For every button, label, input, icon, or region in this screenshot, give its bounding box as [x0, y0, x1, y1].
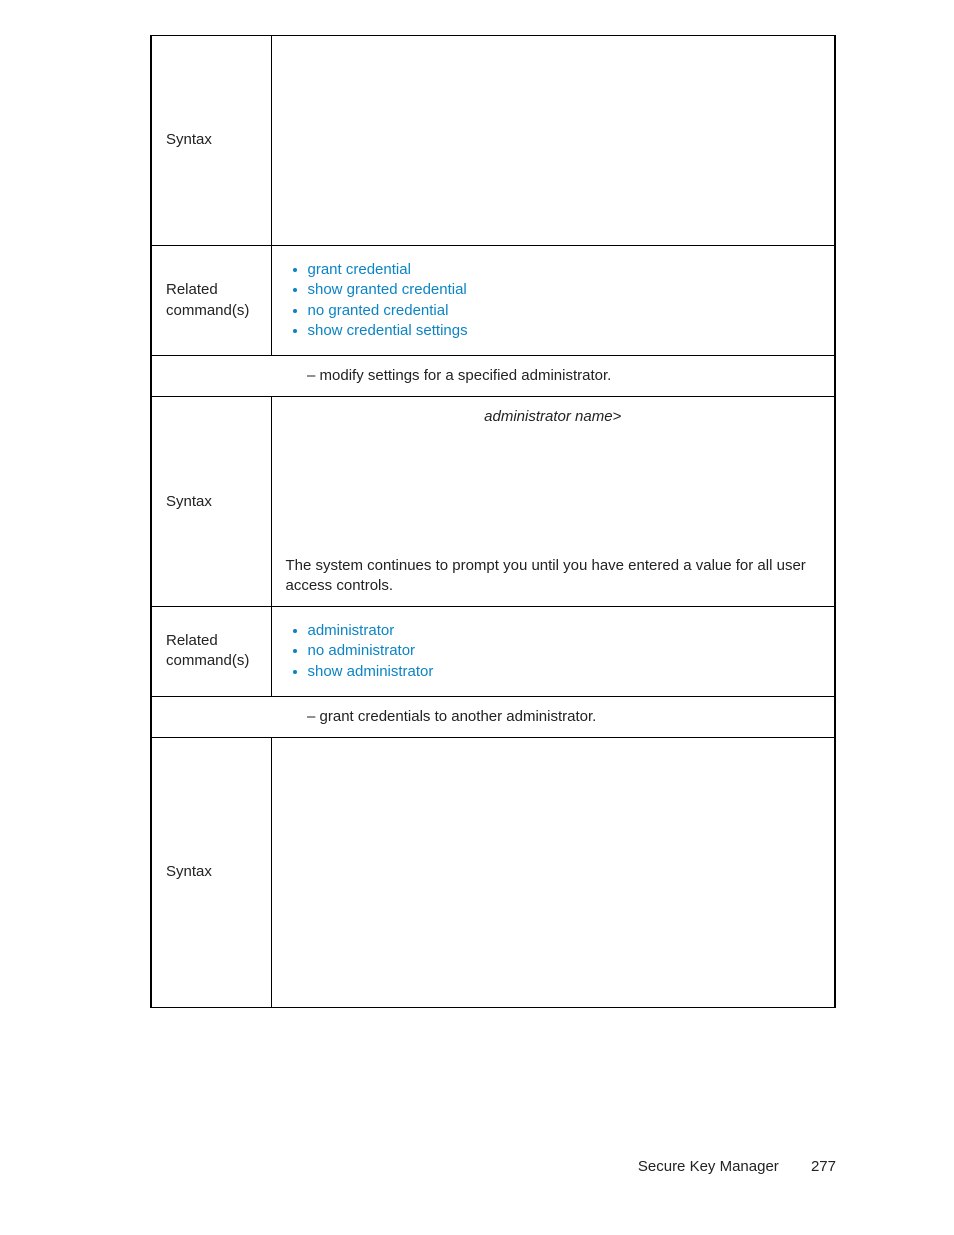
- link-text: no granted credential: [308, 302, 449, 319]
- label-text: Syntax: [166, 863, 212, 880]
- syntax-content-empty: [271, 36, 835, 246]
- row-label-syntax: Syntax: [151, 36, 271, 246]
- table-row: Syntax: [151, 738, 835, 1008]
- page-number: 277: [811, 1158, 836, 1175]
- row-label-related: Related command(s): [151, 607, 271, 697]
- list-item[interactable]: grant credential: [308, 260, 821, 280]
- description-text: – modify settings for a specified admini…: [307, 367, 611, 384]
- list-item[interactable]: show granted credential: [308, 280, 821, 300]
- section-description: – modify settings for a specified admini…: [151, 356, 835, 397]
- link-text: show granted credential: [308, 281, 467, 298]
- table-row: Related command(s) administrator no admi…: [151, 607, 835, 697]
- table-row: – grant credentials to another administr…: [151, 696, 835, 737]
- syntax-note: The system continues to prompt you until…: [286, 556, 821, 597]
- related-commands-cell: administrator no administrator show admi…: [271, 607, 835, 697]
- description-text: – grant credentials to another administr…: [307, 708, 596, 725]
- related-commands-list: grant credential show granted credential…: [286, 260, 821, 341]
- list-item[interactable]: show administrator: [308, 662, 821, 682]
- list-item[interactable]: no granted credential: [308, 301, 821, 321]
- label-text: Syntax: [166, 493, 212, 510]
- table-row: – modify settings for a specified admini…: [151, 356, 835, 397]
- related-commands-list: administrator no administrator show admi…: [286, 621, 821, 682]
- list-item[interactable]: show credential settings: [308, 321, 821, 341]
- link-text: administrator: [308, 622, 395, 639]
- label-text: Syntax: [166, 131, 212, 148]
- row-label-syntax: Syntax: [151, 738, 271, 1008]
- row-label-related: Related command(s): [151, 246, 271, 356]
- related-commands-cell: grant credential show granted credential…: [271, 246, 835, 356]
- list-item[interactable]: administrator: [308, 621, 821, 641]
- reference-table: Syntax Related command(s) grant credenti…: [150, 35, 836, 1008]
- page-footer: Secure Key Manager 277: [638, 1158, 836, 1175]
- syntax-content: administrator name> The system continues…: [271, 397, 835, 607]
- footer-title: Secure Key Manager: [638, 1158, 779, 1175]
- param-text: administrator name>: [484, 408, 621, 425]
- row-label-syntax: Syntax: [151, 397, 271, 607]
- link-text: no administrator: [308, 642, 416, 659]
- syntax-param: administrator name>: [286, 407, 821, 427]
- label-text: Related command(s): [166, 281, 249, 318]
- syntax-content-empty: [271, 738, 835, 1008]
- table-row: Syntax administrator name> The system co…: [151, 397, 835, 607]
- table-row: Syntax: [151, 36, 835, 246]
- link-text: show credential settings: [308, 322, 468, 339]
- note-text: The system continues to prompt you until…: [286, 557, 806, 594]
- document-page: Syntax Related command(s) grant credenti…: [0, 0, 954, 1235]
- section-description: – grant credentials to another administr…: [151, 696, 835, 737]
- link-text: grant credential: [308, 261, 411, 278]
- list-item[interactable]: no administrator: [308, 641, 821, 661]
- link-text: show administrator: [308, 663, 434, 680]
- label-text: Related command(s): [166, 632, 249, 669]
- table-row: Related command(s) grant credential show…: [151, 246, 835, 356]
